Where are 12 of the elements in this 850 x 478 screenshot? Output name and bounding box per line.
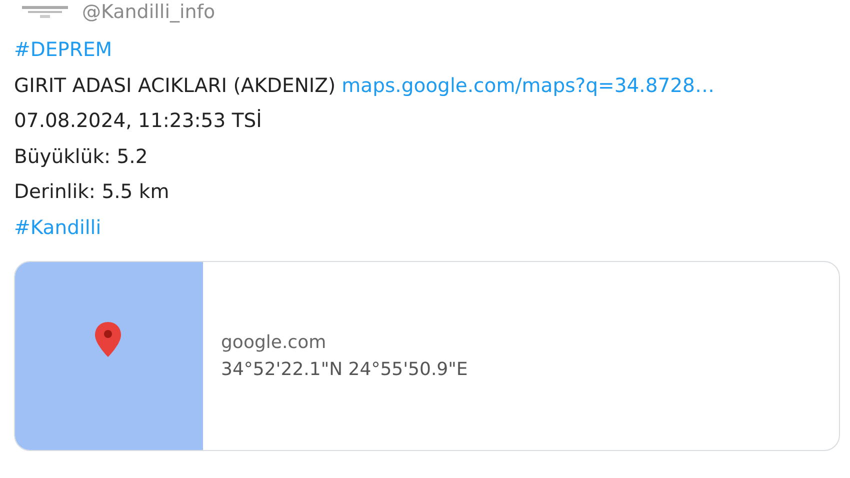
link[interactable]: #Kandilli (14, 216, 102, 238)
tweet-text: Büyüklük: 5.2 (14, 144, 148, 168)
link-title: 34°52'22.1"N 24°55'50.9"E (221, 359, 468, 380)
link[interactable]: #DEPREM (14, 38, 112, 61)
user-handle[interactable]: @Kandilli_info (82, 1, 216, 23)
tweet-text: Derinlik: 5.5 km (14, 180, 170, 203)
link-card[interactable]: google.com 34°52'22.1"N 24°55'50.9"E (14, 261, 840, 451)
tweet-text: GIRIT ADASI ACIKLARI (AKDENIZ) (14, 74, 336, 96)
logo-icon (20, 4, 70, 20)
link-domain: google.com (221, 332, 328, 353)
tweet-text: 07.08.2024, 11:23:53 TSİ (14, 109, 262, 132)
link[interactable]: maps.google.com/maps?q=34.8728… (342, 74, 714, 96)
